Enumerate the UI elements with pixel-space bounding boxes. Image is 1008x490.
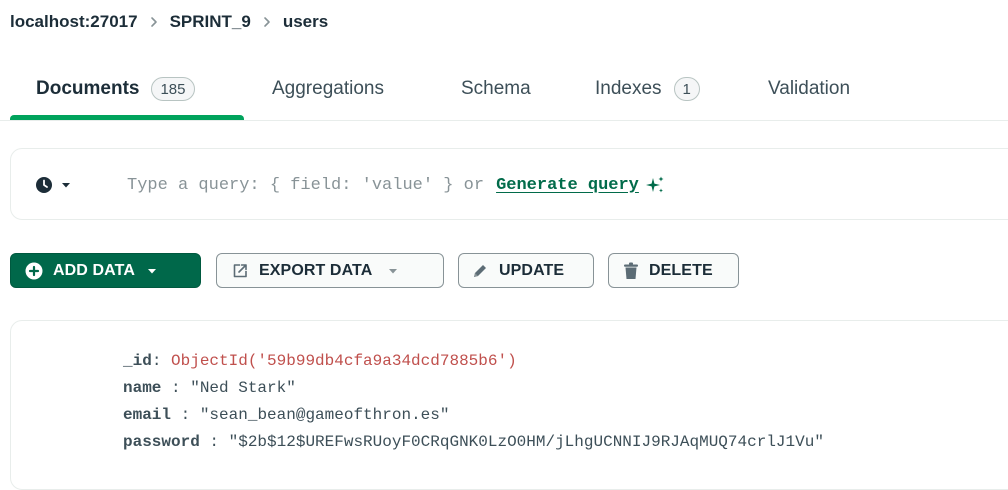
field-separator: : [151,352,172,370]
tab-validation[interactable]: Validation [768,58,850,120]
document-field-email: email : "sean_bean@gameofthron.es" [123,404,449,426]
tab-schema[interactable]: Schema [461,58,531,120]
field-value[interactable]: "sean_bean@gameofthron.es" [200,406,450,424]
caret-down-icon [388,266,398,276]
pencil-icon [471,262,489,280]
clock-icon [35,176,53,194]
export-data-label: EXPORT DATA [259,261,373,279]
field-separator: : [199,433,229,451]
active-tab-indicator [10,115,244,120]
breadcrumb: localhost:27017 SPRINT_9 users [10,10,328,34]
tab-label: Indexes [595,78,662,99]
chevron-right-icon [148,16,160,28]
update-label: UPDATE [499,261,565,279]
document-count-badge: 185 [151,77,195,101]
tab-bar: Documents 185 Aggregations Schema Indexe… [0,58,1008,121]
query-history-button[interactable] [35,173,71,197]
field-key[interactable]: name [123,379,161,397]
tab-label: Schema [461,78,531,99]
query-placeholder: Type a query: { field: 'value' } or [127,175,485,195]
tab-aggregations[interactable]: Aggregations [272,58,384,120]
tab-label: Validation [768,78,851,99]
sparkle-icon [645,175,665,195]
trash-icon [623,262,639,280]
breadcrumb-collection[interactable]: users [283,12,328,32]
field-separator: : [171,406,200,424]
breadcrumb-host[interactable]: localhost:27017 [10,12,138,32]
plus-circle-icon [25,262,43,280]
field-value[interactable]: ObjectId('59b99db4cfa9a34dcd7885b6') [171,352,517,370]
export-data-button[interactable]: EXPORT DATA [216,253,444,288]
delete-button[interactable]: DELETE [608,253,739,288]
document-field-password: password : "$2b$12$UREFwsRUoyF0CRqGNK0Lz… [123,431,824,453]
field-separator: : [161,379,191,397]
field-value[interactable]: "Ned Stark" [190,379,296,397]
tab-documents[interactable]: Documents 185 [36,58,195,120]
document-card[interactable]: _id: ObjectId('59b99db4cfa9a34dcd7885b6'… [10,320,1008,490]
query-input[interactable]: Type a query: { field: 'value' } or Gene… [127,173,665,197]
query-bar: Type a query: { field: 'value' } or Gene… [10,148,1008,220]
field-key[interactable]: password [123,433,200,451]
caret-down-icon [147,266,157,276]
tab-indexes[interactable]: Indexes 1 [595,58,700,120]
export-icon [231,262,249,280]
add-data-button[interactable]: ADD DATA [10,253,201,288]
field-key[interactable]: _id [123,352,152,370]
caret-down-icon [61,180,71,190]
document-field-id: _id: ObjectId('59b99db4cfa9a34dcd7885b6'… [123,350,517,372]
field-value[interactable]: "$2b$12$UREFwsRUoyF0CRqGNK0LzO0HM/jLhgUC… [229,433,824,451]
chevron-right-icon [261,16,273,28]
add-data-label: ADD DATA [53,261,135,279]
generate-query-link[interactable]: Generate query [496,176,639,195]
delete-label: DELETE [649,261,713,279]
tab-label: Aggregations [272,78,384,99]
breadcrumb-database[interactable]: SPRINT_9 [170,12,251,32]
index-count-badge: 1 [673,77,700,101]
update-button[interactable]: UPDATE [458,253,594,288]
tab-label: Documents [36,78,140,99]
field-key[interactable]: email [123,406,171,424]
document-field-name: name : "Ned Stark" [123,377,296,399]
